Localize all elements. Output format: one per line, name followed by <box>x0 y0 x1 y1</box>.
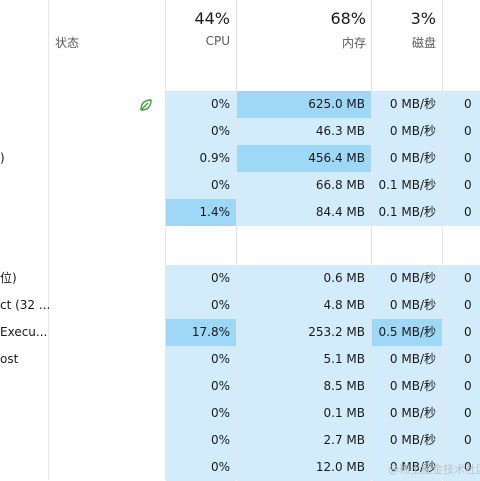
disk-cell: 0.1 MB/秒 <box>372 172 442 199</box>
network-cell: 0 <box>443 172 480 199</box>
group-gap <box>372 226 442 263</box>
network-cell: 0 <box>443 91 480 118</box>
group-gap <box>443 226 480 263</box>
process-row[interactable]: 0% 46.3 MB 0 MB/秒 0 <box>0 118 480 145</box>
cpu-cell: 0% <box>166 346 236 373</box>
network-cell: 0 <box>443 118 480 145</box>
disk-cell: 0.1 MB/秒 <box>372 199 442 226</box>
memory-cell: 12.0 MB <box>237 454 371 481</box>
disk-cell: 0 MB/秒 <box>372 145 442 172</box>
memory-cell: 66.8 MB <box>237 172 371 199</box>
process-row[interactable]: ost 0% 5.1 MB 0 MB/秒 0 <box>0 346 480 373</box>
process-name: ct (32 ... <box>0 298 51 312</box>
process-row[interactable]: ) 0.9% 456.4 MB 0 MB/秒 0 <box>0 145 480 172</box>
network-cell: 0 <box>443 265 480 292</box>
cpu-cell: 0% <box>166 427 236 454</box>
cpu-cell: 0.9% <box>166 145 236 172</box>
disk-cell: 0 MB/秒 <box>372 292 442 319</box>
network-cell: 0 <box>443 319 480 346</box>
column-header-bar: 状态 44% CPU 68% 内存 3% 磁盘 <box>0 0 480 54</box>
cpu-cell: 0% <box>166 373 236 400</box>
memory-cell: 0.6 MB <box>237 265 371 292</box>
cpu-total-percent: 44% <box>194 9 230 28</box>
disk-cell: 0 MB/秒 <box>372 400 442 427</box>
process-name: ost <box>0 352 19 366</box>
network-cell: 0 <box>443 292 480 319</box>
memory-cell: 253.2 MB <box>237 319 371 346</box>
cpu-cell: 0% <box>166 172 236 199</box>
group-gap <box>237 226 371 263</box>
process-name: ) <box>0 151 5 165</box>
disk-cell: 0 MB/秒 <box>372 346 442 373</box>
process-row[interactable]: Execu... 17.8% 253.2 MB 0.5 MB/秒 0 <box>0 319 480 346</box>
watermark-text: @稀土掘金技术社区 <box>388 463 480 476</box>
process-row[interactable]: 0% 66.8 MB 0.1 MB/秒 0 <box>0 172 480 199</box>
cpu-cell: 0% <box>166 91 236 118</box>
network-cell: 0 <box>443 145 480 172</box>
group-gap <box>166 226 236 263</box>
status-column-header[interactable]: 状态 <box>55 34 79 51</box>
process-name: 位) <box>0 271 17 285</box>
memory-cell: 625.0 MB <box>237 91 371 118</box>
disk-cell: 0 MB/秒 <box>372 373 442 400</box>
memory-total-percent: 68% <box>330 9 366 28</box>
network-cell: 0 <box>443 400 480 427</box>
disk-column-header[interactable]: 3% 磁盘 <box>372 0 436 54</box>
memory-column-label: 内存 <box>341 36 366 50</box>
cpu-cell: 1.4% <box>166 199 236 226</box>
process-row[interactable]: 0% 625.0 MB 0 MB/秒 0 <box>0 91 480 118</box>
memory-cell: 84.4 MB <box>237 199 371 226</box>
cpu-column-header[interactable]: 44% CPU <box>166 0 230 54</box>
process-row[interactable]: 0% 8.5 MB 0 MB/秒 0 <box>0 373 480 400</box>
disk-column-label: 磁盘 <box>411 36 436 50</box>
network-cell: 0 <box>443 427 480 454</box>
memory-cell: 46.3 MB <box>237 118 371 145</box>
cpu-cell: 0% <box>166 400 236 427</box>
disk-cell: 0 MB/秒 <box>372 265 442 292</box>
disk-cell: 0 MB/秒 <box>372 118 442 145</box>
memory-cell: 456.4 MB <box>237 145 371 172</box>
cpu-column-label: CPU <box>205 34 230 48</box>
cpu-cell: 0% <box>166 265 236 292</box>
process-row[interactable]: ct (32 ... 0% 4.8 MB 0 MB/秒 0 <box>0 292 480 319</box>
process-name: Execu... <box>0 325 48 339</box>
memory-cell: 0.1 MB <box>237 400 371 427</box>
leaf-icon <box>140 99 152 111</box>
memory-cell: 8.5 MB <box>237 373 371 400</box>
memory-column-header[interactable]: 68% 内存 <box>237 0 366 54</box>
disk-cell: 0 MB/秒 <box>372 427 442 454</box>
cpu-cell: 17.8% <box>166 319 236 346</box>
disk-cell: 0 MB/秒 <box>372 91 442 118</box>
cpu-cell: 0% <box>166 118 236 145</box>
network-cell: 0 <box>443 373 480 400</box>
network-cell: 0 <box>443 346 480 373</box>
process-row[interactable]: 0% 2.7 MB 0 MB/秒 0 <box>0 427 480 454</box>
cpu-cell: 0% <box>166 292 236 319</box>
memory-cell: 5.1 MB <box>237 346 371 373</box>
disk-cell: 0.5 MB/秒 <box>372 319 442 346</box>
process-row[interactable]: 0% 0.1 MB 0 MB/秒 0 <box>0 400 480 427</box>
process-row[interactable]: 1.4% 84.4 MB 0.1 MB/秒 0 <box>0 199 480 226</box>
memory-cell: 2.7 MB <box>237 427 371 454</box>
disk-total-percent: 3% <box>410 9 436 28</box>
process-row[interactable]: 位) 0% 0.6 MB 0 MB/秒 0 <box>0 265 480 292</box>
cpu-cell: 0% <box>166 454 236 481</box>
network-cell: 0 <box>443 199 480 226</box>
memory-cell: 4.8 MB <box>237 292 371 319</box>
